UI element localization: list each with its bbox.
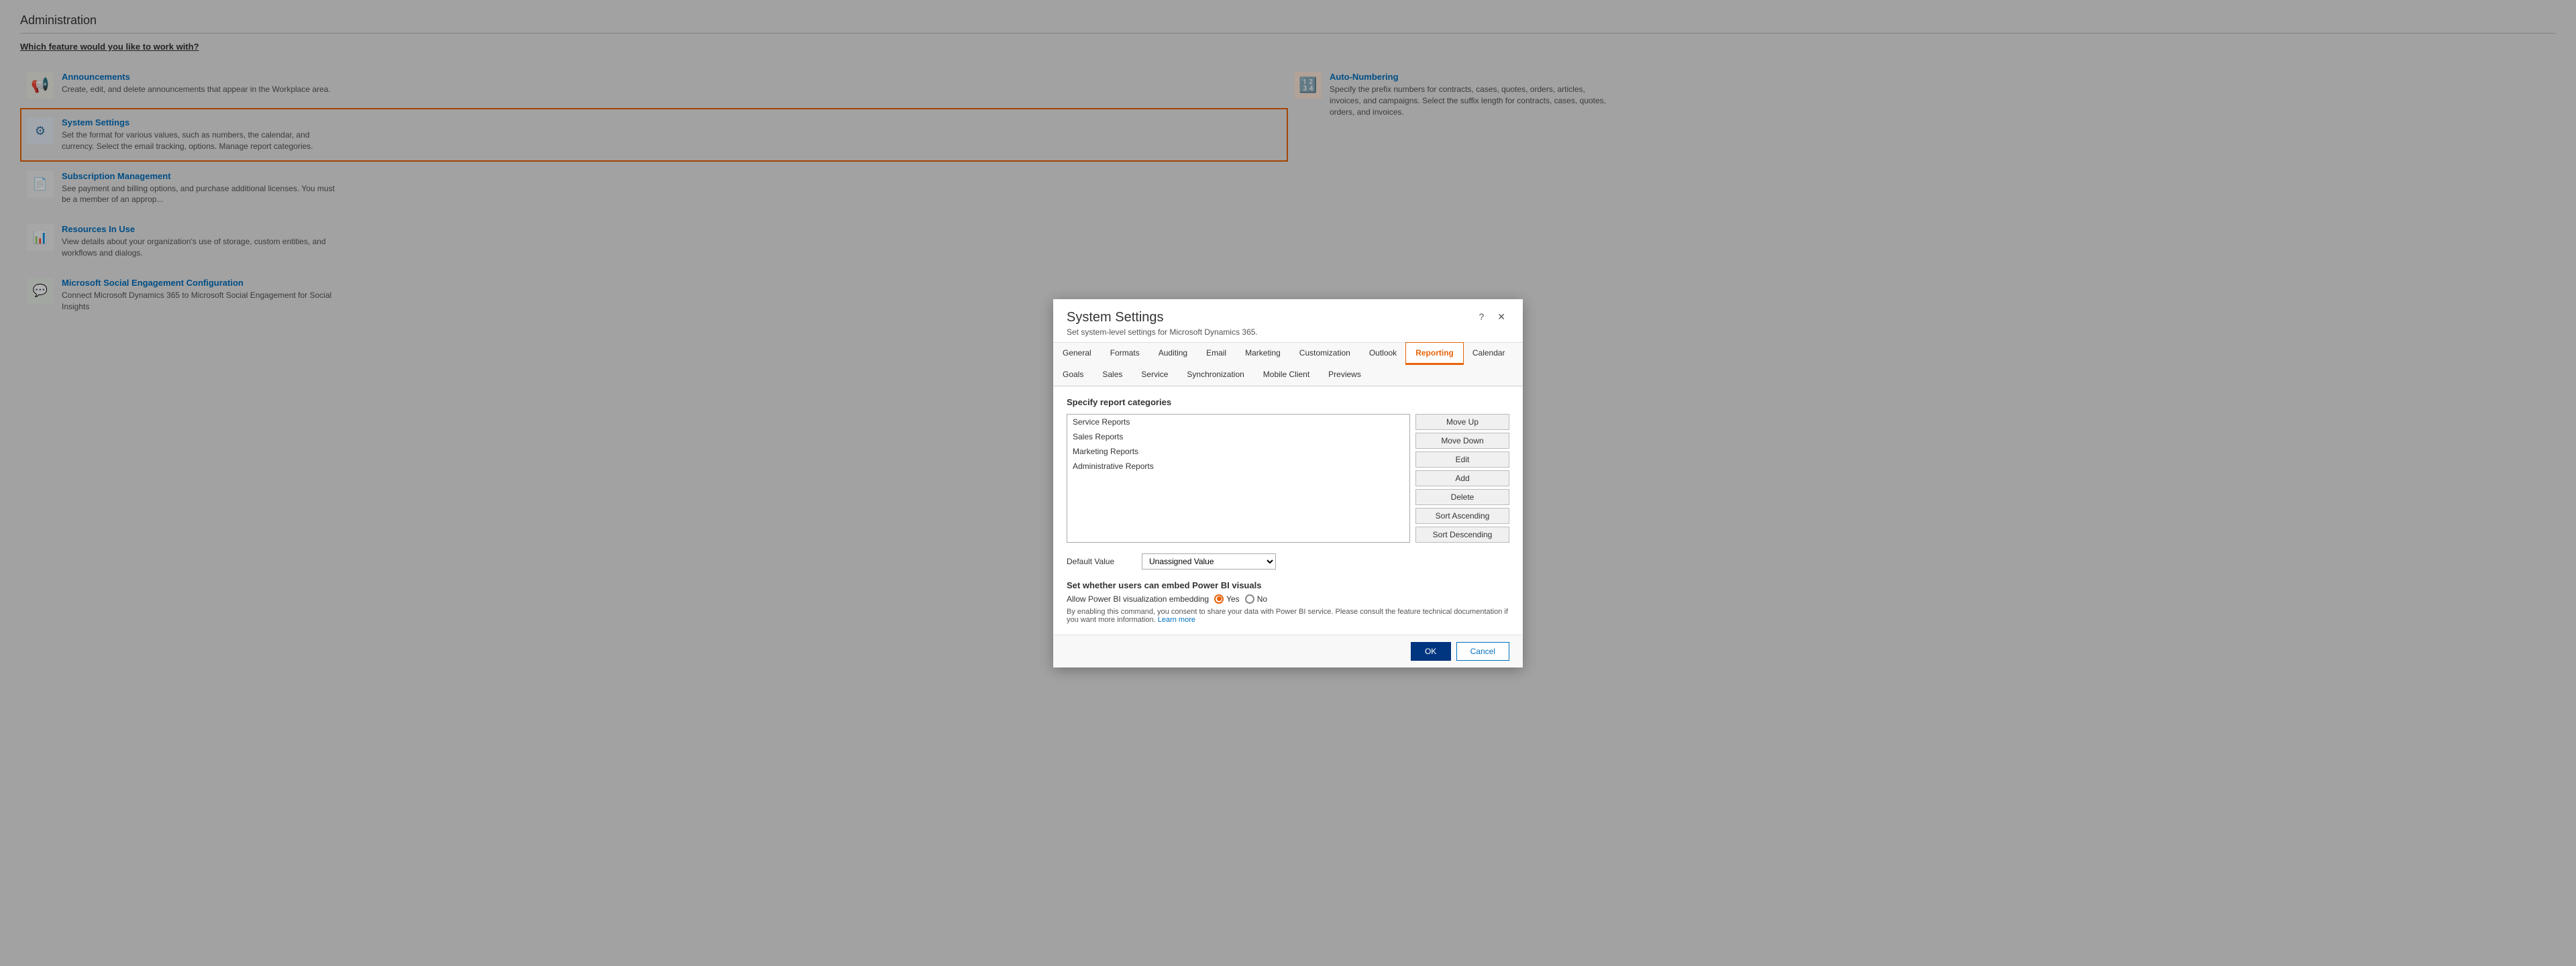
no-label: No [1257,594,1267,604]
report-categories-row: Service Reports Sales Reports Marketing … [1067,414,1509,543]
tab-synchronization[interactable]: Synchronization [1177,364,1253,386]
modal-header: System Settings Set system-level setting… [1053,299,1523,343]
list-item-service-reports[interactable]: Service Reports [1067,415,1409,429]
tab-marketing[interactable]: Marketing [1236,343,1290,364]
power-bi-title: Set whether users can embed Power BI vis… [1067,580,1509,590]
radio-yes-button[interactable] [1214,594,1224,604]
power-bi-note: By enabling this command, you consent to… [1067,608,1509,624]
tab-sales[interactable]: Sales [1093,364,1132,386]
modal-title: System Settings [1067,310,1258,325]
tab-mobile-client[interactable]: Mobile Client [1254,364,1319,386]
modal-footer: OK Cancel [1053,635,1523,667]
default-value-label: Default Value [1067,557,1134,566]
modal-help-button[interactable]: ? [1474,310,1488,323]
sort-descending-button[interactable]: Sort Descending [1415,527,1509,543]
modal-tabs: General Formats Auditing Email Marketing… [1053,343,1523,386]
add-button[interactable]: Add [1415,470,1509,486]
edit-button[interactable]: Edit [1415,451,1509,468]
cancel-button[interactable]: Cancel [1456,642,1509,661]
modal-body: Specify report categories Service Report… [1053,386,1523,635]
tab-previews[interactable]: Previews [1319,364,1371,386]
tab-auditing[interactable]: Auditing [1149,343,1197,364]
tab-general[interactable]: General [1053,343,1101,364]
tab-calendar[interactable]: Calendar [1463,343,1515,364]
modal-overlay[interactable]: System Settings Set system-level setting… [0,0,2576,966]
radio-yes-label[interactable]: Yes [1214,594,1240,604]
learn-more-link[interactable]: Learn more [1158,616,1195,624]
tab-customization[interactable]: Customization [1290,343,1360,364]
list-item-marketing-reports[interactable]: Marketing Reports [1067,444,1409,459]
radio-no-label[interactable]: No [1245,594,1267,604]
power-bi-section: Set whether users can embed Power BI vis… [1067,580,1509,624]
radio-no-button[interactable] [1245,594,1254,604]
ok-button[interactable]: OK [1411,642,1451,661]
list-item-sales-reports[interactable]: Sales Reports [1067,429,1409,444]
sort-ascending-button[interactable]: Sort Ascending [1415,508,1509,524]
system-settings-modal: System Settings Set system-level setting… [1053,299,1523,667]
tab-goals[interactable]: Goals [1053,364,1093,386]
yes-label: Yes [1226,594,1240,604]
default-value-row: Default Value Unassigned Value [1067,553,1509,570]
report-categories-list: Service Reports Sales Reports Marketing … [1067,414,1410,543]
report-categories-title: Specify report categories [1067,397,1509,407]
modal-header-content: System Settings Set system-level setting… [1067,310,1258,337]
modal-subtitle: Set system-level settings for Microsoft … [1067,327,1258,337]
modal-close-button[interactable]: ✕ [1493,310,1509,324]
tab-outlook[interactable]: Outlook [1360,343,1406,364]
power-bi-row: Allow Power BI visualization embedding Y… [1067,594,1509,604]
tab-email[interactable]: Email [1197,343,1236,364]
modal-header-actions: ? ✕ [1474,310,1509,324]
report-action-buttons: Move Up Move Down Edit Add Delete Sort A… [1415,414,1509,543]
move-down-button[interactable]: Move Down [1415,433,1509,449]
delete-button[interactable]: Delete [1415,489,1509,505]
tab-reporting[interactable]: Reporting [1406,343,1463,364]
list-item-administrative-reports[interactable]: Administrative Reports [1067,459,1409,474]
power-bi-row-label: Allow Power BI visualization embedding [1067,594,1209,604]
tab-service[interactable]: Service [1132,364,1177,386]
move-up-button[interactable]: Move Up [1415,414,1509,430]
default-value-select[interactable]: Unassigned Value [1142,553,1276,570]
tab-formats[interactable]: Formats [1101,343,1149,364]
